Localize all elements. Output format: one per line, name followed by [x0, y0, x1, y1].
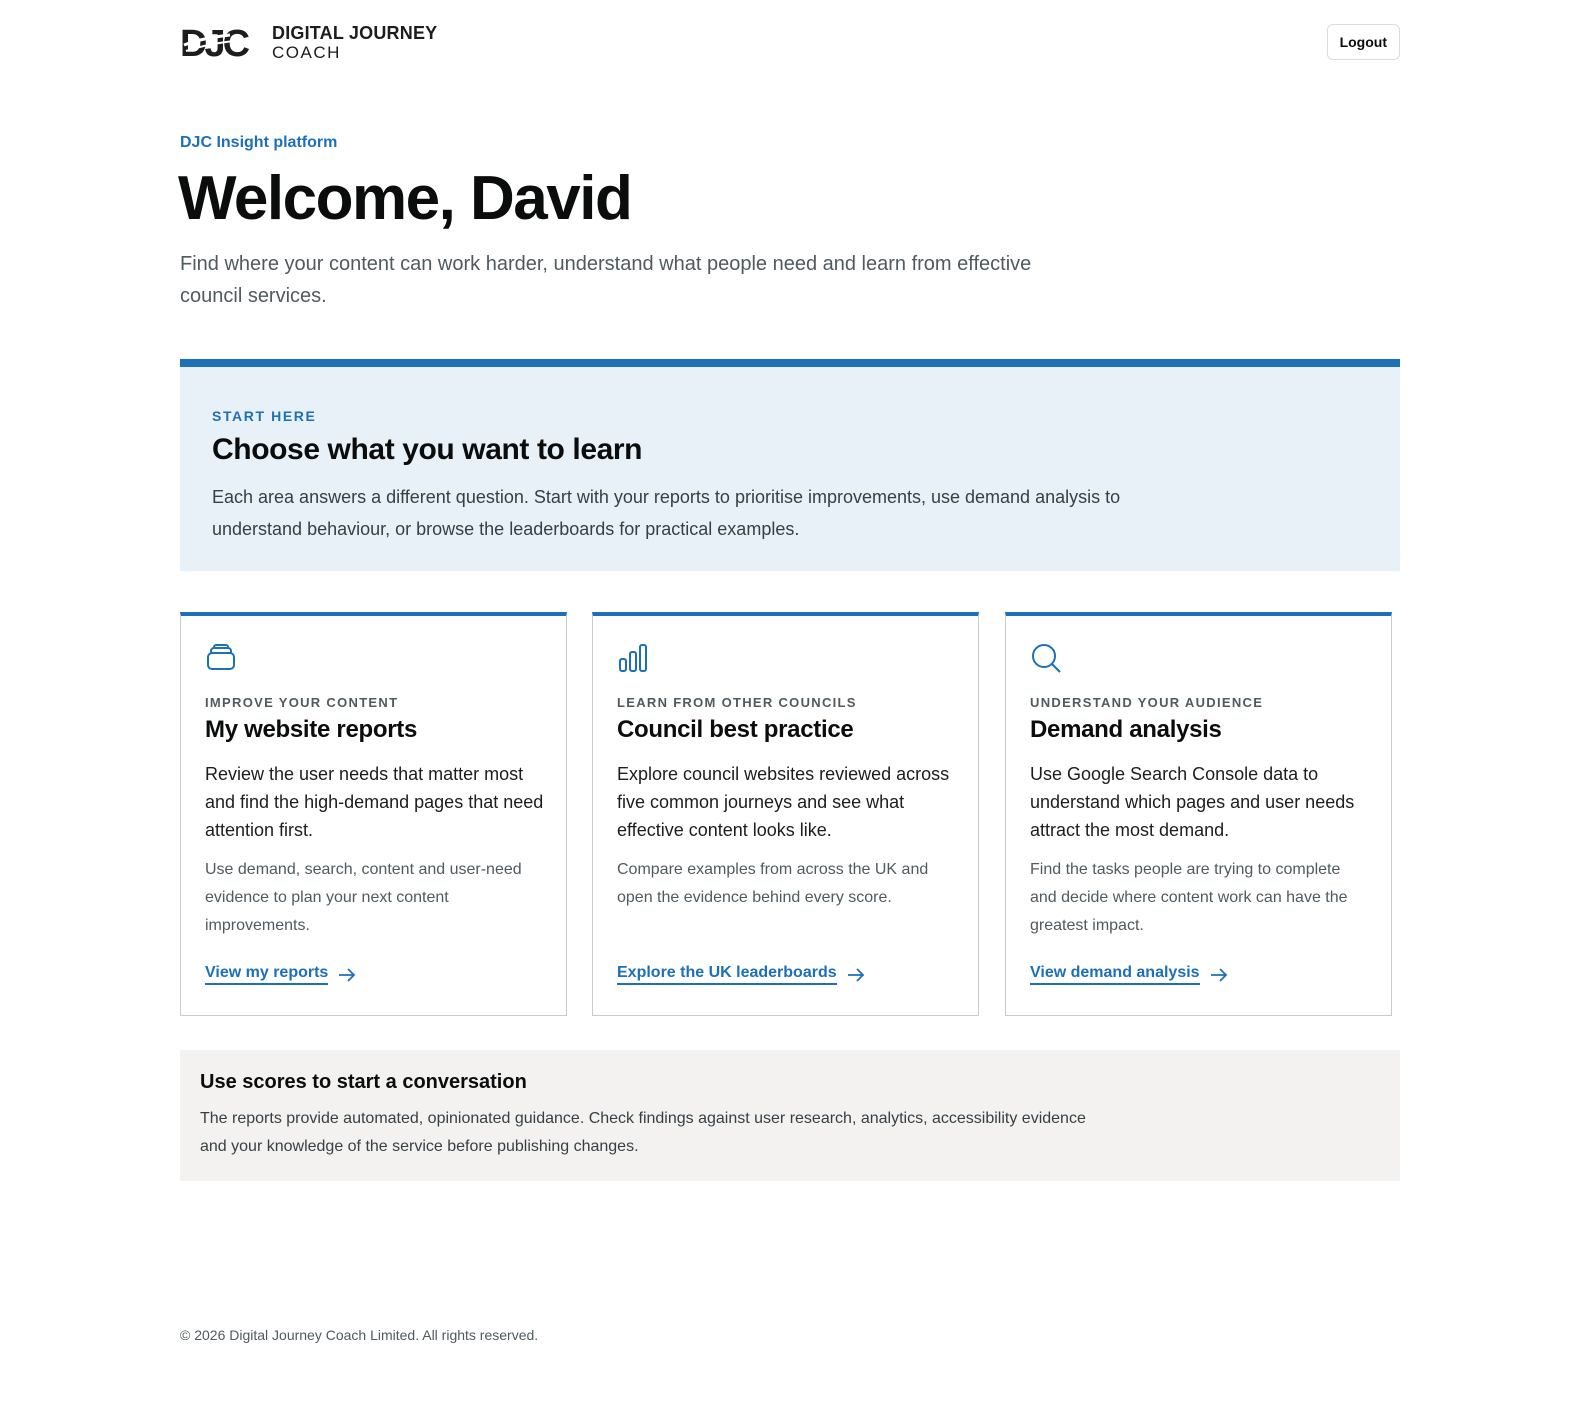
intro-text: Find where your content can work harder,… — [180, 253, 1032, 307]
page-title: Welcome, David — [178, 164, 633, 233]
start-title: Choose what you want to learn — [212, 433, 643, 466]
card-demand-analysis: UNDERSTAND YOUR AUDIENCE Demand analysis… — [1005, 612, 1392, 1016]
arrow-right-icon — [339, 967, 356, 982]
logo-wordmark: DIGITAL JOURNEY COACH — [272, 23, 438, 63]
card-eyebrow: LEARN FROM OTHER COUNCILS — [617, 695, 857, 710]
card-council-best-practice: LEARN FROM OTHER COUNCILS Council best p… — [592, 612, 979, 1016]
card-eyebrow: UNDERSTAND YOUR AUDIENCE — [1030, 695, 1264, 710]
bar-chart-icon — [619, 644, 647, 672]
stack-icon — [207, 644, 235, 670]
card-title: Council best practice — [617, 716, 854, 743]
start-eyebrow: START HERE — [212, 408, 317, 424]
note-title: Use scores to start a conversation — [200, 1071, 527, 1093]
guidance-note: Use scores to start a conversation The r… — [180, 1050, 1400, 1181]
logo[interactable]: DJC DIGITAL JOURNEY COACH — [180, 23, 438, 63]
site-header: DJC DIGITAL JOURNEY COACH Logout — [180, 24, 1400, 62]
card-detail: Find the tasks people are trying to comp… — [1030, 861, 1348, 934]
arrow-right-icon — [1210, 967, 1227, 982]
card-grid: IMPROVE YOUR CONTENT My website reports … — [180, 612, 1400, 1016]
djc-logo-icon: DJC — [180, 25, 253, 61]
view-my-reports-link[interactable]: View my reports — [205, 964, 356, 985]
link-label: View my reports — [205, 964, 329, 985]
explore-leaderboards-link[interactable]: Explore the UK leaderboards — [617, 964, 865, 985]
card-detail: Compare examples from across the UK and … — [617, 861, 929, 906]
arrow-right-icon — [847, 967, 864, 982]
logout-button[interactable]: Logout — [1326, 24, 1400, 60]
view-demand-analysis-link[interactable]: View demand analysis — [1030, 964, 1228, 985]
card-lead: Use Google Search Console data to unders… — [1030, 764, 1355, 840]
start-here-panel: START HERE Choose what you want to learn… — [180, 359, 1400, 571]
card-lead: Review the user needs that matter most a… — [205, 764, 544, 840]
card-eyebrow: IMPROVE YOUR CONTENT — [205, 695, 399, 710]
card-title: Demand analysis — [1030, 716, 1222, 743]
search-icon — [1032, 644, 1061, 673]
card-website-reports: IMPROVE YOUR CONTENT My website reports … — [180, 612, 567, 1016]
card-detail: Use demand, search, content and user-nee… — [205, 861, 522, 934]
logo-line-2: COACH — [272, 43, 341, 62]
logo-line-1: DIGITAL JOURNEY — [272, 23, 438, 43]
start-body: Each area answers a different question. … — [212, 487, 1121, 539]
card-title: My website reports — [205, 716, 417, 743]
link-label: View demand analysis — [1030, 964, 1200, 985]
platform-eyebrow: DJC Insight platform — [180, 134, 338, 151]
footer-copyright: © 2026 Digital Journey Coach Limited. Al… — [180, 1327, 539, 1343]
card-lead: Explore council websites reviewed across… — [617, 764, 950, 840]
note-body: The reports provide automated, opinionat… — [200, 1110, 1086, 1155]
link-label: Explore the UK leaderboards — [617, 964, 837, 985]
